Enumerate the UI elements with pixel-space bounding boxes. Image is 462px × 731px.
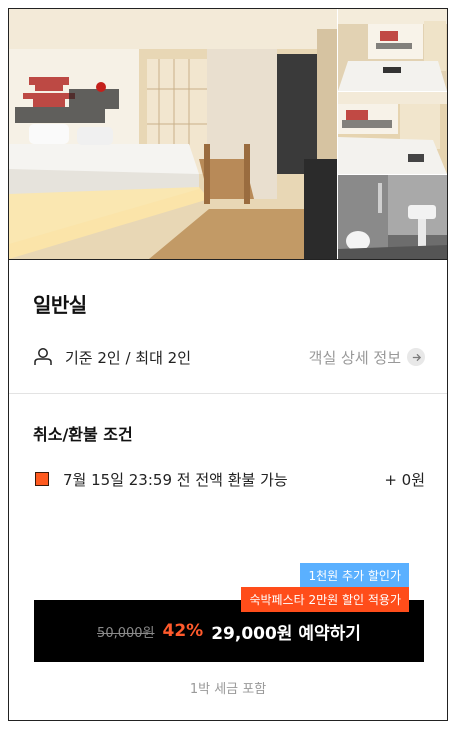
section-divider	[9, 393, 447, 394]
main-room-photo[interactable]	[9, 9, 337, 259]
person-icon	[33, 347, 53, 367]
cancel-policy-title: 취소/환불 조건	[33, 425, 133, 444]
room-title: 일반실	[33, 293, 87, 317]
capacity-text: 기준 2인 / 최대 2인	[65, 349, 192, 367]
thumbnail-photo-1[interactable]	[338, 9, 447, 91]
room-detail-link[interactable]: 객실 상세 정보	[309, 345, 425, 369]
photo-gallery	[9, 9, 447, 260]
original-price: 50,000원	[97, 625, 155, 641]
room-detail-label: 객실 상세 정보	[308, 348, 401, 367]
refund-policy-text: 7월 15일 23:59 전 전액 환불 가능	[63, 471, 288, 489]
refund-fee-amount: + 0원	[384, 471, 425, 489]
extra-discount-badge: 1천원 추가 할인가	[300, 563, 409, 588]
room-card: 일반실 기준 2인 / 최대 2인 객실 상세 정보 취소/환불 조건 7월 1…	[8, 8, 448, 721]
cancel-policy-item: 7월 15일 23:59 전 전액 환불 가능 + 0원	[33, 469, 425, 489]
reserve-label: 29,000원 예약하기	[211, 623, 361, 644]
capacity-row: 기준 2인 / 최대 2인 객실 상세 정보	[33, 345, 425, 369]
refund-status-marker	[35, 472, 49, 486]
thumbnail-photo-2[interactable]	[338, 92, 447, 174]
festa-discount-badge: 숙박페스타 2만원 할인 적용가	[241, 587, 409, 612]
tax-note: 1박 세금 포함	[189, 682, 267, 697]
arrow-right-icon	[407, 348, 425, 366]
thumbnail-photo-3[interactable]	[338, 175, 447, 259]
discount-rate: 42%	[162, 621, 204, 641]
